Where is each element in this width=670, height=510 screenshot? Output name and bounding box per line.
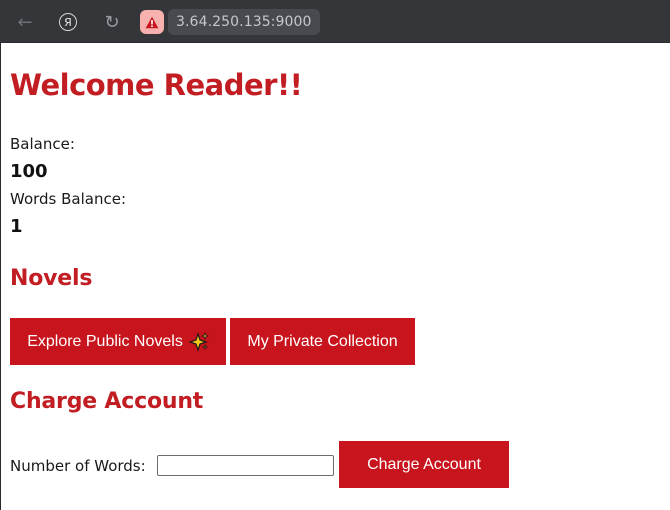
- novels-heading: Novels: [10, 266, 93, 291]
- page-title: Welcome Reader!!: [10, 68, 303, 102]
- charge-account-button[interactable]: Charge Account: [339, 441, 509, 488]
- private-collection-label: My Private Collection: [247, 332, 398, 350]
- number-of-words-input[interactable]: [157, 455, 334, 476]
- charge-account-heading: Charge Account: [10, 389, 204, 414]
- yandex-icon: Я: [59, 13, 77, 31]
- reload-icon: ↻: [104, 11, 120, 33]
- back-arrow-icon: ←: [17, 11, 33, 33]
- url-text[interactable]: 3.64.250.135:9000: [168, 9, 320, 35]
- balance-label: Balance:: [10, 135, 75, 153]
- page-content: Welcome Reader!! Balance: 100 Words Bala…: [0, 43, 670, 510]
- words-balance-value: 1: [10, 216, 23, 237]
- charge-button-label: Charge Account: [367, 455, 481, 473]
- sparkles-icon: [188, 331, 209, 352]
- private-collection-button[interactable]: My Private Collection: [230, 318, 415, 365]
- yandex-button[interactable]: Я: [54, 8, 82, 36]
- explore-button-label: Explore Public Novels: [27, 332, 183, 350]
- words-balance-label: Words Balance:: [10, 190, 127, 208]
- number-of-words-label: Number of Words:: [10, 457, 146, 475]
- back-button[interactable]: ←: [11, 8, 39, 36]
- balance-value: 100: [10, 161, 48, 182]
- address-bar[interactable]: 3.64.250.135:9000: [140, 9, 320, 35]
- explore-public-novels-button[interactable]: Explore Public Novels: [10, 318, 226, 365]
- browser-toolbar: ← Я ↻ 3.64.250.135:9000: [0, 0, 670, 43]
- reload-button[interactable]: ↻: [98, 8, 126, 36]
- not-secure-warning-icon[interactable]: [140, 10, 164, 34]
